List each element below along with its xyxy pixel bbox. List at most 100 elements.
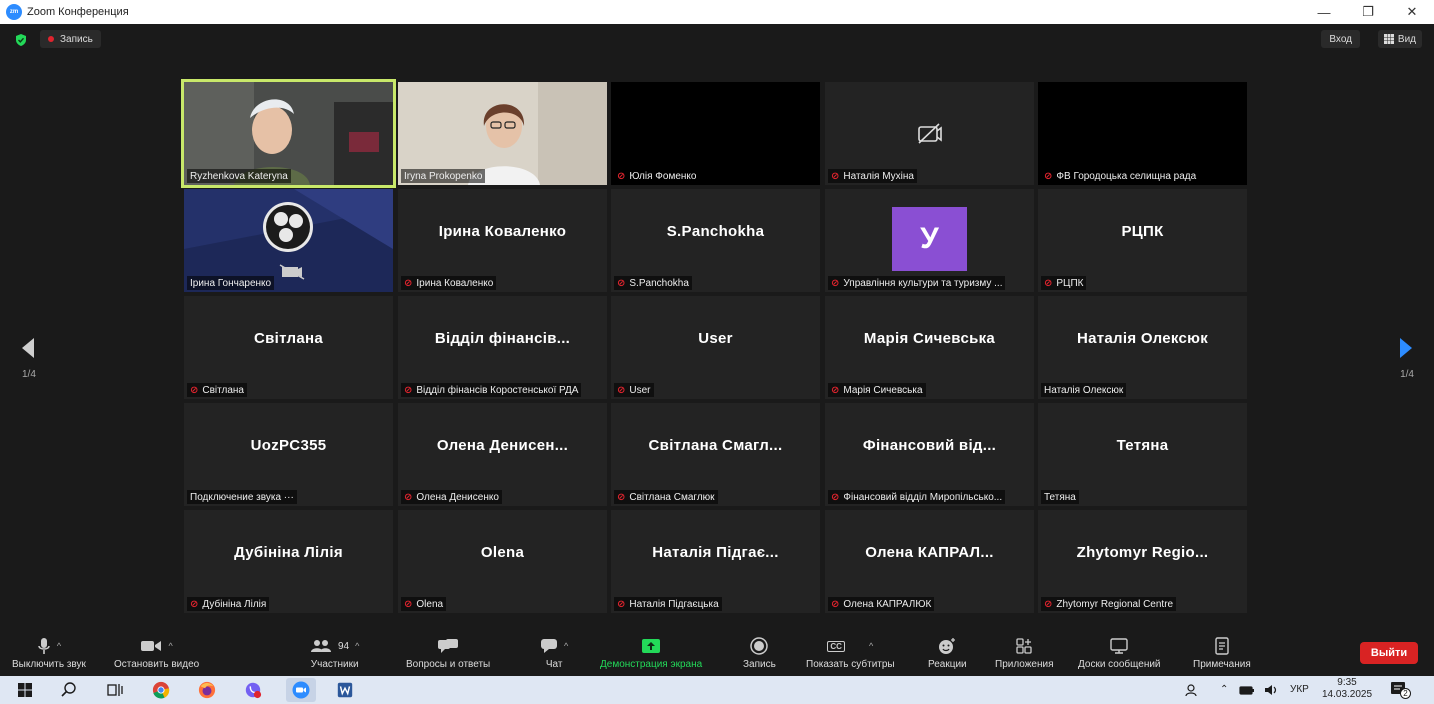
notifications-count: 2	[1400, 688, 1411, 699]
muted-mic-icon: ⊘	[831, 384, 840, 396]
security-shield-icon[interactable]	[14, 33, 28, 47]
word-icon[interactable]	[336, 681, 354, 699]
participant-display-name: Olena	[480, 544, 525, 561]
participant-name: Фінансовий відділ Миропільсько...	[843, 491, 1003, 503]
participant-name-label: ⊘ Олена КАПРАЛЮК	[828, 597, 935, 611]
participant-name: Наталія Підгаєцька	[629, 598, 719, 610]
qa-icon	[438, 639, 459, 653]
participant-tile[interactable]: Iryna Prokopenko	[398, 82, 607, 185]
participant-name-label: ⊘ S.Panchokha	[614, 276, 692, 290]
mute-button[interactable]: ^ Выключить звук	[12, 636, 86, 670]
participant-tile[interactable]: У ⊘ Управління культури та туризму ...	[825, 189, 1034, 292]
participant-name-label: ⊘ РЦПК	[1041, 276, 1087, 290]
firefox-icon[interactable]	[198, 681, 216, 699]
participant-tile[interactable]: UozPC355 Подключение звука ···	[184, 403, 393, 506]
people-icon[interactable]	[1184, 681, 1202, 699]
minimize-button[interactable]: —	[1302, 0, 1346, 24]
captions-options-caret-icon[interactable]: ^	[869, 641, 873, 651]
viber-icon[interactable]	[244, 681, 262, 699]
participant-tile[interactable]: Наталія Олексюк Наталія Олексюк	[1038, 296, 1247, 399]
participant-display-name: UozPC355	[250, 437, 327, 454]
participant-tile[interactable]: Олена Денисен... ⊘ Олена Денисенко	[398, 403, 607, 506]
participant-tile[interactable]: Тетяна Тетяна	[1038, 403, 1247, 506]
leave-button[interactable]: Выйти	[1360, 642, 1418, 664]
chat-options-caret-icon[interactable]: ^	[564, 641, 568, 651]
share-screen-button[interactable]: Демонстрация экрана	[600, 636, 702, 670]
reactions-button[interactable]: Реакции	[928, 636, 967, 670]
participants-options-caret-icon[interactable]: ^	[355, 641, 359, 651]
zoom-app-icon	[292, 681, 310, 699]
participant-display-name: Світлана Смагл...	[648, 437, 783, 454]
participant-name: S.Panchokha	[629, 277, 689, 289]
clock[interactable]: 9:35 14.03.2025	[1322, 677, 1372, 701]
participant-tile[interactable]: S.Panchokha ⊘ S.Panchokha	[611, 189, 820, 292]
participant-tile[interactable]: ⊘ Юлія Фоменко	[611, 82, 820, 185]
stop-video-button[interactable]: ^ Остановить видео	[114, 636, 199, 670]
task-view-icon[interactable]	[106, 681, 124, 699]
video-options-caret-icon[interactable]: ^	[168, 641, 172, 651]
participant-tile[interactable]: User ⊘ User	[611, 296, 820, 399]
participant-name-label: Тетяна	[1041, 490, 1079, 504]
page-indicator-left: 1/4	[22, 369, 36, 380]
login-button[interactable]: Вход	[1321, 30, 1360, 48]
record-button[interactable]: Запись	[743, 636, 776, 670]
apps-button[interactable]: Приложения	[995, 636, 1054, 670]
participant-name-label: ⊘ Фінансовий відділ Миропільсько...	[828, 490, 1006, 504]
participant-name-label: ⊘ ФВ Городоцька селищна рада	[1041, 169, 1200, 183]
participant-name-label: ⊘ Наталія Мухіна	[828, 169, 917, 183]
participants-button[interactable]: 94 ^ Участники	[310, 636, 359, 670]
captions-button[interactable]: CC ^ Показать субтитры	[806, 636, 895, 670]
participant-tile[interactable]: Світлана Смагл... ⊘ Світлана Смаглюк	[611, 403, 820, 506]
input-language[interactable]: УКР	[1290, 684, 1309, 695]
zoom-logo-icon: zm	[6, 4, 22, 20]
participant-tile[interactable]: Відділ фінансів... ⊘ Відділ фінансів Корос…	[398, 296, 607, 399]
participant-tile[interactable]: Zhytomyr Regio... ⊘ Zhytomyr Regional Cent…	[1038, 510, 1247, 613]
participant-name-label: Ryzhenkova Kateryna	[187, 169, 291, 183]
participants-icon	[311, 640, 331, 652]
participant-tile[interactable]: Дубініна Лілія ⊘ Дубініна Лілія	[184, 510, 393, 613]
participant-tile[interactable]: РЦПК ⊘ РЦПК	[1038, 189, 1247, 292]
muted-mic-icon: ⊘	[404, 598, 413, 610]
participant-tile[interactable]: Ірина Коваленко ⊘ Ірина Коваленко	[398, 189, 607, 292]
participant-tile[interactable]: Марія Сичевська ⊘ Марія Сичевська	[825, 296, 1034, 399]
chat-label: Чат	[545, 659, 563, 670]
prev-page-arrow-icon[interactable]	[18, 336, 38, 360]
notifications-button[interactable]: 2	[1390, 681, 1411, 699]
whiteboards-button[interactable]: Доски сообщений	[1078, 636, 1161, 670]
next-page-arrow-icon[interactable]	[1396, 336, 1416, 360]
participant-tile[interactable]: Світлана ⊘ Світлана	[184, 296, 393, 399]
muted-mic-icon: ⊘	[617, 170, 626, 182]
close-button[interactable]: ✕	[1390, 0, 1434, 24]
participant-tile[interactable]: Ryzhenkova Kateryna	[181, 79, 396, 188]
participant-tile[interactable]: Наталія Підгає... ⊘ Наталія Підгаєцька	[611, 510, 820, 613]
participant-name: Світлана	[202, 384, 244, 396]
participant-tile[interactable]: ⊘ Наталія Мухіна	[825, 82, 1034, 185]
mute-options-caret-icon[interactable]: ^	[57, 641, 61, 651]
participant-name: Подключение звука ···	[190, 491, 294, 503]
participant-tile[interactable]: Олена КАПРАЛ... ⊘ Олена КАПРАЛЮК	[825, 510, 1034, 613]
participant-name: User	[629, 384, 651, 396]
chat-button[interactable]: ^ Чат	[540, 636, 568, 670]
zoom-taskbar-button[interactable]	[286, 678, 316, 702]
search-icon[interactable]	[60, 681, 78, 699]
windows-start-icon[interactable]	[16, 681, 34, 699]
participant-tile[interactable]: Ірина Гончаренко	[184, 189, 393, 292]
maximize-button[interactable]: ❐	[1346, 0, 1390, 24]
volume-icon[interactable]	[1262, 681, 1280, 699]
battery-icon[interactable]	[1238, 681, 1256, 699]
participant-name: Наталія Мухіна	[843, 170, 914, 182]
recording-label: Запись	[60, 33, 93, 45]
qa-button[interactable]: Вопросы и ответы	[406, 636, 490, 670]
chrome-icon[interactable]	[152, 681, 170, 699]
participant-display-name: Дубініна Лілія	[234, 544, 343, 561]
recording-indicator[interactable]: Запись	[40, 30, 101, 48]
participant-name: Наталія Олексюк	[1044, 384, 1124, 396]
tray-expand-icon[interactable]: ⌃	[1220, 684, 1228, 695]
view-button[interactable]: Вид	[1377, 30, 1422, 48]
participant-name-label: ⊘ Наталія Підгаєцька	[614, 597, 722, 611]
participant-tile[interactable]: ⊘ ФВ Городоцька селищна рада	[1038, 82, 1247, 185]
participant-tile[interactable]: Olena ⊘ Olena	[398, 510, 607, 613]
participant-tile[interactable]: Фінансовий від... ⊘ Фінансовий відділ Миро…	[825, 403, 1034, 506]
notes-button[interactable]: Примечания	[1193, 636, 1251, 670]
gallery-grid: Ryzhenkova Kateryna Iryna Prokopenko ⊘ Юлія…	[181, 79, 1248, 614]
